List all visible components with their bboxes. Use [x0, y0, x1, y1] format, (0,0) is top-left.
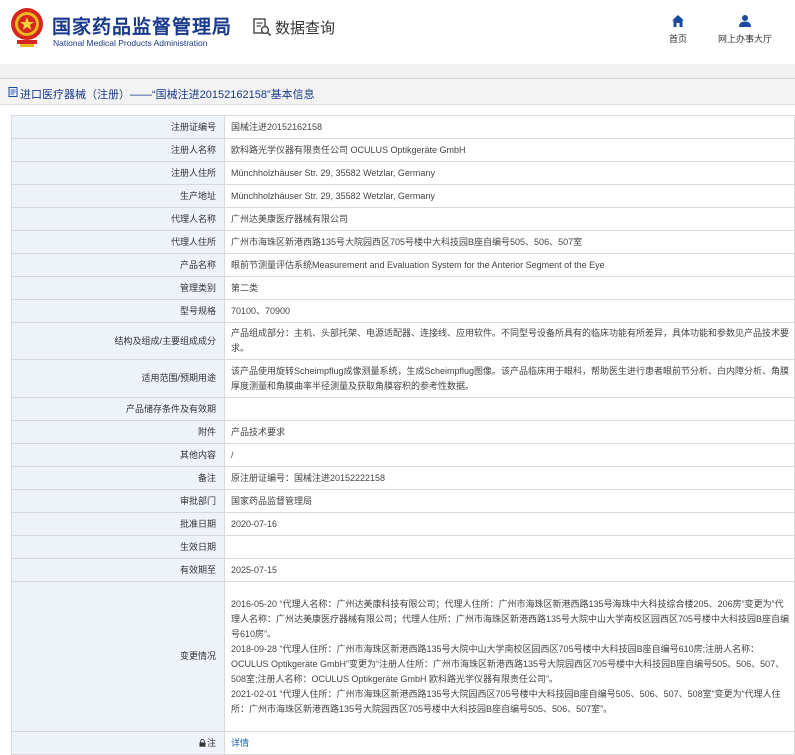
- field-value: 该产品使用旋转Scheimpflug成像测量系统，生成Scheimpflug图像…: [224, 359, 795, 398]
- details-link[interactable]: 详情: [231, 738, 249, 748]
- field-label: 产品储存条件及有效期: [11, 397, 225, 421]
- table-row: 附件 产品技术要求: [11, 420, 795, 444]
- change-entry: 2016-05-20 “代理人名称：广州达美康科技有限公司；代理人住所：广州市海…: [231, 598, 790, 639]
- table-row: 生效日期: [11, 535, 795, 559]
- note-value: 详情: [224, 731, 795, 755]
- table-row: 产品储存条件及有效期: [11, 397, 795, 421]
- field-label: 审批部门: [11, 489, 225, 513]
- field-value: 原注册证编号：国械注进20152222158: [224, 466, 795, 490]
- data-query-link[interactable]: 数据查询: [252, 16, 335, 38]
- field-value: 欧科路光学仪器有限责任公司 OCULUS Optikgeräte GmbH: [224, 138, 795, 162]
- field-label: 代理人名称: [11, 207, 225, 231]
- field-value: 2020-07-16: [224, 512, 795, 536]
- home-icon: [672, 15, 684, 27]
- table-row: 代理人名称 广州达美康医疗器械有限公司: [11, 207, 795, 231]
- field-value: 广州市海珠区新港西路135号大院园西区705号楼中大科技园B座自编号505、50…: [224, 230, 795, 254]
- table-row: 变更情况 2016-05-20 “代理人名称：广州达美康科技有限公司；代理人住所…: [11, 581, 795, 732]
- site-header: 国家药品监督管理局 National Medical Products Admi…: [0, 0, 795, 62]
- panel-title-bar: 进口医疗器械（注册）——“国械注进20152162158”基本信息: [0, 79, 795, 105]
- field-label: 其他内容: [11, 443, 225, 467]
- field-value: 2025-07-15: [224, 558, 795, 582]
- national-emblem-icon: [11, 8, 43, 47]
- field-label: 有效期至: [11, 558, 225, 582]
- site-logo-title: 国家药品监督管理局: [52, 17, 233, 38]
- table-row: 注册证编号 国械注进20152162158: [11, 115, 795, 139]
- field-label: 管理类别: [11, 276, 225, 300]
- note-label-text: 注: [206, 737, 216, 748]
- field-label: 产品名称: [11, 253, 225, 277]
- field-value: [224, 535, 795, 559]
- site-logo-subtitle: National Medical Products Administration: [53, 38, 208, 48]
- table-row: 审批部门 国家药品监督管理局: [11, 489, 795, 513]
- field-value: 产品技术要求: [224, 420, 795, 444]
- field-value: 国械注进20152162158: [224, 115, 795, 139]
- table-row: 适用范围/预期用途 该产品使用旋转Scheimpflug成像测量系统，生成Sche…: [11, 359, 795, 398]
- change-history-label: 变更情况: [11, 581, 225, 732]
- nav-home-label: 首页: [668, 34, 687, 44]
- field-label: 注册证编号: [11, 115, 225, 139]
- field-value: 70100、70900: [224, 299, 795, 323]
- field-value: Münchholzhäuser Str. 29, 35582 Wetzlar, …: [224, 161, 795, 185]
- field-value: [224, 397, 795, 421]
- field-label: 注册人名称: [11, 138, 225, 162]
- field-label: 生产地址: [11, 184, 225, 208]
- table-row: 其他内容 /: [11, 443, 795, 467]
- data-query-label: 数据查询: [275, 19, 336, 37]
- field-label: 批准日期: [11, 512, 225, 536]
- field-label: 代理人住所: [11, 230, 225, 254]
- detail-panel: 进口医疗器械（注册）——“国械注进20152162158”基本信息 注册证编号国…: [0, 78, 795, 755]
- document-icon: [8, 87, 18, 97]
- table-row: 批准日期 2020-07-16: [11, 512, 795, 536]
- user-icon: [739, 15, 751, 27]
- field-value: 第二类: [224, 276, 795, 300]
- table-row: 注册人名称 欧科路光学仪器有限责任公司 OCULUS Optikgeräte Gm…: [11, 138, 795, 162]
- field-value: 眼前节测量评估系统Measurement and Evaluation Syst…: [224, 253, 795, 277]
- table-row: 代理人住所 广州市海珠区新港西路135号大院园西区705号楼中大科技园B座自编号5…: [11, 230, 795, 254]
- change-history-value: 2016-05-20 “代理人名称：广州达美康科技有限公司；代理人住所：广州市海…: [224, 581, 795, 732]
- table-row: 生产地址 Münchholzhäuser Str. 29, 35582 Wetzl…: [11, 184, 795, 208]
- header-separator: [0, 64, 795, 78]
- field-label: 附件: [11, 420, 225, 444]
- note-label: 注: [11, 731, 225, 755]
- field-value: 产品组成部分：主机、头部托架、电源适配器、连接线、应用软件。不同型号设备所具有的…: [224, 322, 795, 360]
- field-label: 注册人住所: [11, 161, 225, 185]
- change-entry: 2021-02-01 “代理人住所：广州市海珠区新港西路135号大院园西区705…: [231, 688, 781, 714]
- field-value: /: [224, 443, 795, 467]
- field-label: 结构及组成/主要组成成分: [11, 322, 225, 360]
- table-row: 产品名称 眼前节测量评估系统Measurement and Evaluation …: [11, 253, 795, 277]
- field-value: 国家药品监督管理局: [224, 489, 795, 513]
- table-row: 注册人住所 Münchholzhäuser Str. 29, 35582 Wetz…: [11, 161, 795, 185]
- change-entry: 2018-09-28 “代理人住所：广州市海珠区新港西路135号大院中山大学南校…: [231, 643, 785, 684]
- table-row: 注 详情: [11, 731, 795, 755]
- nav-online-hall[interactable]: 网上办事大厅: [713, 14, 777, 45]
- nav-home[interactable]: 首页: [664, 14, 692, 45]
- field-label: 适用范围/预期用途: [11, 359, 225, 398]
- nav-online-hall-label: 网上办事大厅: [717, 34, 772, 44]
- table-row: 型号规格 70100、70900: [11, 299, 795, 323]
- table-row: 管理类别 第二类: [11, 276, 795, 300]
- field-label: 型号规格: [11, 299, 225, 323]
- table-row: 有效期至 2025-07-15: [11, 558, 795, 582]
- document-search-icon: [253, 18, 272, 37]
- panel-title: 进口医疗器械（注册）——“国械注进20152162158”基本信息: [20, 89, 315, 101]
- field-label: 备注: [11, 466, 225, 490]
- field-value: Münchholzhäuser Str. 29, 35582 Wetzlar, …: [224, 184, 795, 208]
- field-label: 生效日期: [11, 535, 225, 559]
- table-row: 备注 原注册证编号：国械注进20152222158: [11, 466, 795, 490]
- table-row: 结构及组成/主要组成成分 产品组成部分：主机、头部托架、电源适配器、连接线、应用软…: [11, 322, 795, 360]
- detail-table: 注册证编号 国械注进20152162158 注册人名称 欧科路光学仪器有限责任公司 …: [11, 115, 795, 755]
- field-value: 广州达美康医疗器械有限公司: [224, 207, 795, 231]
